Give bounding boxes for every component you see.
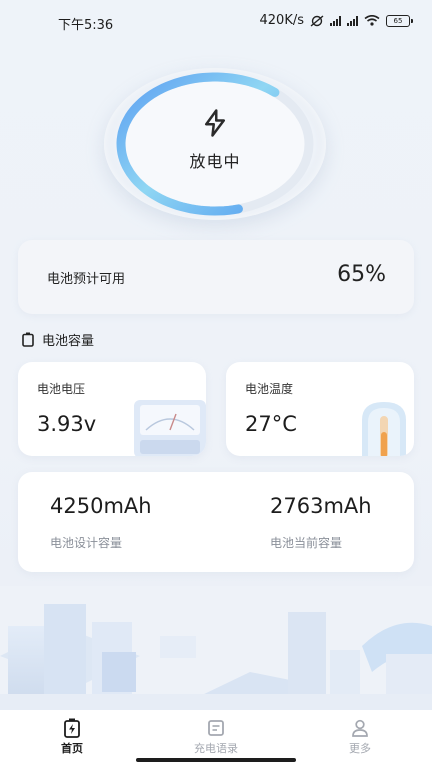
voltage-card: 电池电压 3.93v — [18, 362, 206, 456]
voltage-value: 3.93v — [37, 412, 97, 436]
battery-status-icon: 65 — [386, 14, 413, 27]
ring-progress — [116, 72, 314, 216]
city-illustration — [0, 586, 432, 710]
status-icons: 420K/s 65 — [259, 13, 413, 28]
home-indicator — [136, 758, 296, 762]
status-time: 下午5:36 — [58, 18, 114, 33]
tab-quotes-label: 充电语录 — [194, 742, 238, 755]
signal-2-icon — [347, 15, 358, 26]
lightning-bolt-icon — [205, 109, 225, 137]
tab-charging-quotes[interactable]: 充电语录 — [176, 718, 256, 756]
quotes-document-icon — [208, 720, 224, 736]
available-value: 65% — [337, 262, 386, 287]
current-capacity-label: 电池当前容量 — [270, 536, 343, 550]
status-bar: 下午5:36 420K/s 65 — [0, 0, 432, 44]
discharge-status: 放电中 — [189, 152, 241, 171]
temperature-card: 电池温度 27°C — [226, 362, 414, 456]
battery-outline-icon — [22, 332, 34, 347]
temperature-value: 27°C — [245, 412, 297, 436]
design-capacity-value: 4250mAh — [50, 494, 152, 518]
temperature-label: 电池温度 — [245, 382, 294, 396]
design-capacity-label: 电池设计容量 — [50, 536, 123, 550]
signal-1-icon — [330, 15, 341, 26]
home-battery-icon — [64, 718, 80, 738]
available-label: 电池预计可用 — [47, 272, 126, 287]
capacity-card: 4250mAh 电池设计容量 2763mAh 电池当前容量 — [18, 472, 414, 572]
network-speed: 420K/s — [259, 13, 305, 28]
user-icon — [352, 719, 368, 737]
battery-available-card: 电池预计可用 65% — [18, 240, 414, 314]
tab-home-label: 首页 — [61, 742, 83, 755]
tab-more-label: 更多 — [349, 742, 371, 755]
wifi-icon — [364, 15, 380, 26]
section-title-text: 电池容量 — [42, 334, 95, 349]
tab-home[interactable]: 首页 — [32, 718, 112, 756]
voltage-label: 电池电压 — [37, 382, 86, 396]
tab-more[interactable]: 更多 — [320, 718, 400, 756]
current-capacity-value: 2763mAh — [270, 494, 372, 518]
discharge-ring: 放电中 — [104, 68, 326, 220]
voltmeter-illustration — [134, 400, 206, 456]
alarm-off-icon — [310, 14, 324, 27]
thermometer-illustration — [362, 402, 406, 456]
capacity-section-title: 电池容量 — [22, 330, 94, 349]
